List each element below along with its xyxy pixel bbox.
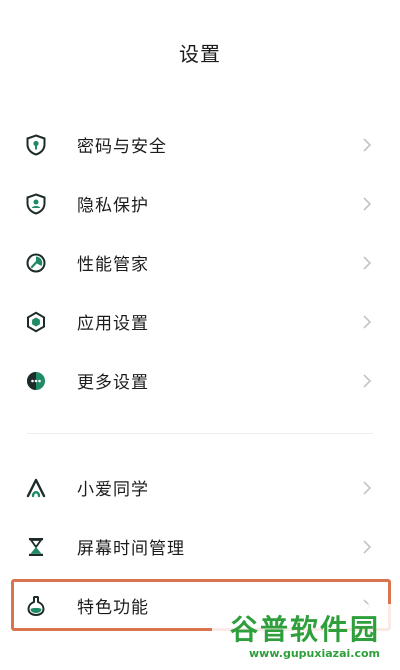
page-title: 设置 [179, 42, 221, 66]
settings-item-label: 屏幕时间管理 [77, 539, 185, 559]
settings-item-label: 密码与安全 [77, 137, 167, 157]
settings-item-label: 更多设置 [77, 373, 149, 393]
settings-item-label: 隐私保护 [77, 196, 149, 216]
settings-item-more-settings[interactable]: 更多设置 [0, 351, 400, 410]
watermark-title: 谷普软件园 [229, 613, 380, 646]
more-settings-icon [25, 370, 47, 392]
section-divider [27, 433, 373, 434]
settings-item-xiaoai[interactable]: 小爱同学 [0, 458, 400, 517]
chevron-right-icon [363, 373, 372, 388]
flask-icon [25, 595, 47, 617]
chevron-right-icon [363, 137, 372, 152]
chevron-right-icon [363, 196, 372, 211]
watermark: 谷普软件园 www.gupuxiazai.com [212, 604, 392, 664]
settings-item-password-security[interactable]: 密码与安全 [0, 115, 400, 174]
xiaoai-icon [25, 477, 47, 499]
settings-item-label: 特色功能 [77, 598, 149, 618]
settings-item-label: 应用设置 [77, 314, 149, 334]
settings-item-label: 小爱同学 [77, 480, 149, 500]
privacy-shield-icon [25, 192, 47, 215]
chevron-right-icon [363, 539, 372, 554]
app-settings-icon [25, 311, 47, 333]
settings-screen: 设置 密码与安全 隐私保护 性能管家 应用设置 更多设置 小爱同学 屏幕时间管理… [0, 0, 400, 670]
hourglass-icon [25, 536, 47, 558]
settings-group-1: 密码与安全 隐私保护 性能管家 应用设置 更多设置 [0, 115, 400, 410]
settings-item-app-settings[interactable]: 应用设置 [0, 292, 400, 351]
shield-lock-icon [25, 133, 47, 156]
watermark-url: www.gupuxiazai.com [249, 647, 380, 660]
chevron-right-icon [363, 480, 372, 495]
settings-item-screen-time[interactable]: 屏幕时间管理 [0, 517, 400, 576]
settings-item-label: 性能管家 [77, 255, 149, 275]
performance-icon [25, 252, 47, 274]
chevron-right-icon [363, 255, 372, 270]
settings-item-privacy[interactable]: 隐私保护 [0, 174, 400, 233]
chevron-right-icon [363, 314, 372, 329]
settings-item-performance[interactable]: 性能管家 [0, 233, 400, 292]
